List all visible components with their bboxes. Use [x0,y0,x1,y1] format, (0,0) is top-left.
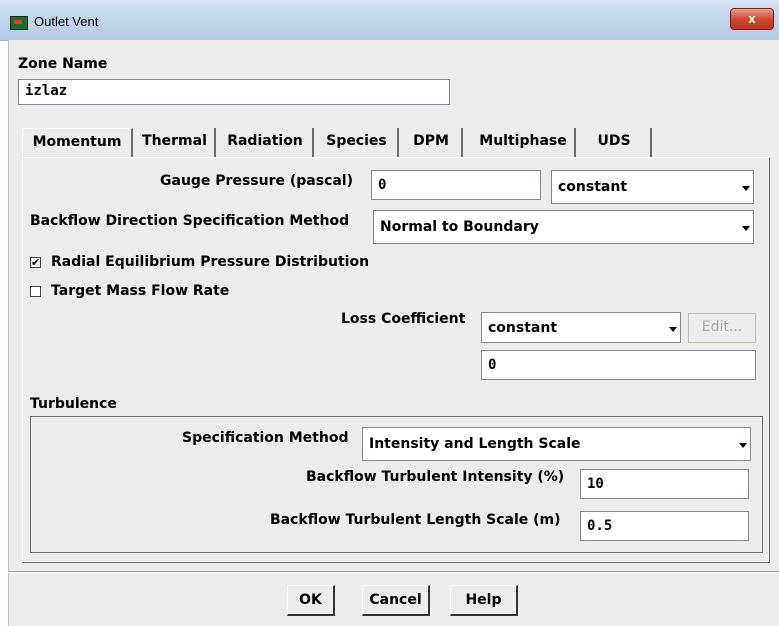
backflow-direction-label: Backflow Direction Specification Method [30,213,350,229]
turbulence-section-label: Turbulence [30,396,117,412]
close-icon: x [748,11,756,26]
close-button[interactable]: x [730,8,774,30]
gauge-pressure-input[interactable]: 0 [371,170,541,200]
target-mass-flow-checkbox[interactable] [30,286,41,297]
loss-coefficient-label: Loss Coefficient [341,311,466,327]
target-mass-flow-label: Target Mass Flow Rate [51,283,230,299]
ok-button[interactable]: OK [287,585,335,616]
title-bar[interactable]: Outlet Vent x [0,0,779,41]
loss-coefficient-input[interactable]: 0 [481,350,756,380]
window-title: Outlet Vent [34,14,99,29]
chevron-down-icon [742,226,750,231]
turbulent-intensity-input[interactable]: 10 [580,469,749,499]
turbulent-intensity-label: Backflow Turbulent Intensity (%) [306,469,565,485]
chevron-down-icon [742,186,750,191]
gauge-pressure-method-select[interactable]: constant [551,170,754,204]
turbulent-length-scale-label: Backflow Turbulent Length Scale (m) [270,512,561,528]
loss-coefficient-method-value: constant [488,320,558,336]
turbulent-length-scale-input[interactable]: 0.5 [580,511,749,541]
edit-button[interactable]: Edit... [688,313,756,343]
chevron-down-icon [669,326,677,332]
tab-uds[interactable]: UDS [578,128,652,157]
zone-name-input[interactable]: izlaz [18,79,450,105]
radial-equilibrium-checkbox[interactable]: ✔ [30,257,41,268]
button-separator [8,571,779,573]
gauge-pressure-method-value: constant [558,179,628,195]
tab-thermal[interactable]: Thermal [135,128,216,157]
specification-method-select[interactable]: Intensity and Length Scale [362,427,751,461]
tab-radiation[interactable]: Radiation [218,128,314,157]
check-icon: ✔ [31,256,41,269]
help-button[interactable]: Help [450,585,518,616]
chevron-down-icon [739,443,747,448]
loss-coefficient-method-select[interactable]: constant [481,312,681,343]
radial-equilibrium-label: Radial Equilibrium Pressure Distribution [51,254,370,270]
tab-momentum[interactable]: Momentum [22,128,133,157]
zone-name-label: Zone Name [18,56,108,72]
specification-method-value: Intensity and Length Scale [369,436,581,452]
tab-multiphase[interactable]: Multiphase [472,128,576,157]
backflow-direction-select[interactable]: Normal to Boundary [373,210,754,244]
cancel-button[interactable]: Cancel [362,585,430,616]
app-icon [10,16,28,30]
tab-species[interactable]: Species [316,128,399,157]
tab-dpm[interactable]: DPM [401,128,463,157]
gauge-pressure-label: Gauge Pressure (pascal) [160,173,354,189]
specification-method-label: Specification Method [182,430,349,446]
backflow-direction-value: Normal to Boundary [380,219,539,235]
